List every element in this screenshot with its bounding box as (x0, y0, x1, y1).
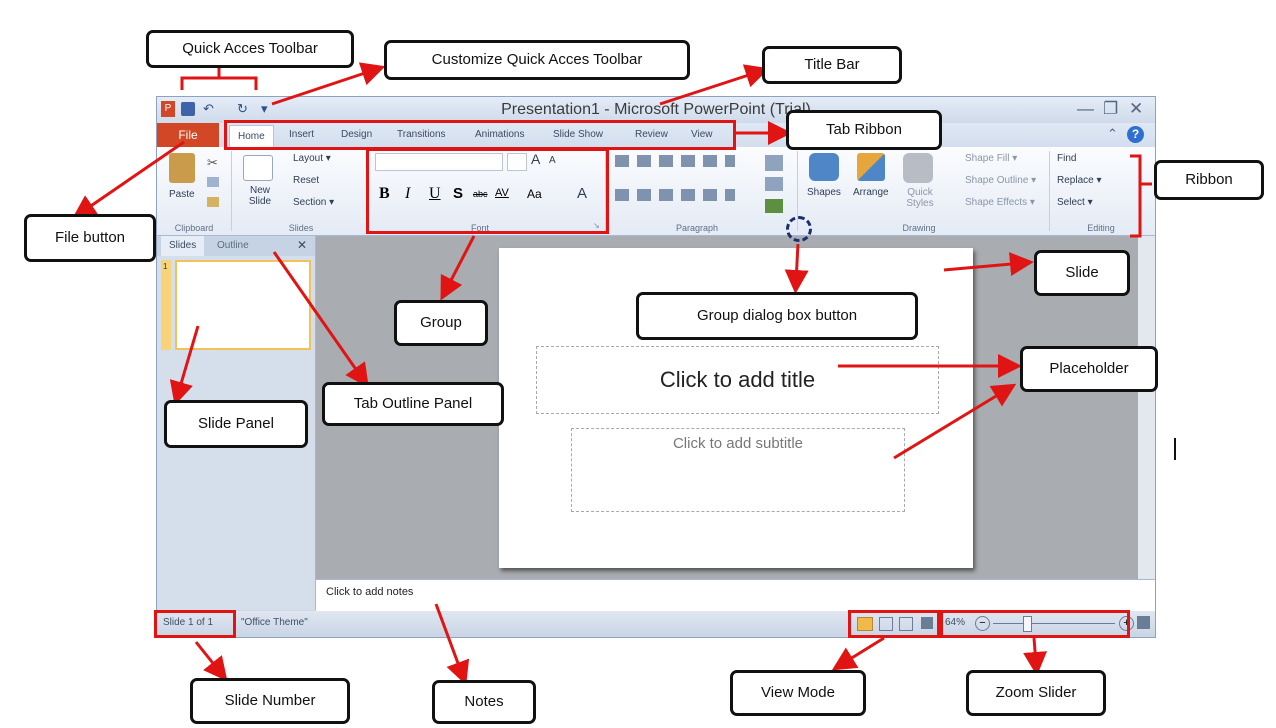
callout-view-mode: View Mode (730, 670, 866, 716)
callout-tab-outline-panel: Tab Outline Panel (322, 382, 504, 426)
callout-title-bar: Title Bar (762, 46, 902, 84)
callout-slide: Slide (1034, 250, 1130, 296)
callout-ribbon: Ribbon (1154, 160, 1264, 200)
callout-zoom-slider: Zoom Slider (966, 670, 1106, 716)
callout-slide-number: Slide Number (190, 678, 350, 724)
callout-group-dialog: Group dialog box button (636, 292, 918, 340)
callout-notes: Notes (432, 680, 536, 724)
callout-group: Group (394, 300, 488, 346)
callout-slide-panel: Slide Panel (164, 400, 308, 448)
callout-customize-qat: Customize Quick Acces Toolbar (384, 40, 690, 80)
callout-file-button: File button (24, 214, 156, 262)
callout-tab-ribbon: Tab Ribbon (786, 110, 942, 150)
callout-quick-access-toolbar: Quick Acces Toolbar (146, 30, 354, 68)
callout-placeholder: Placeholder (1020, 346, 1158, 392)
